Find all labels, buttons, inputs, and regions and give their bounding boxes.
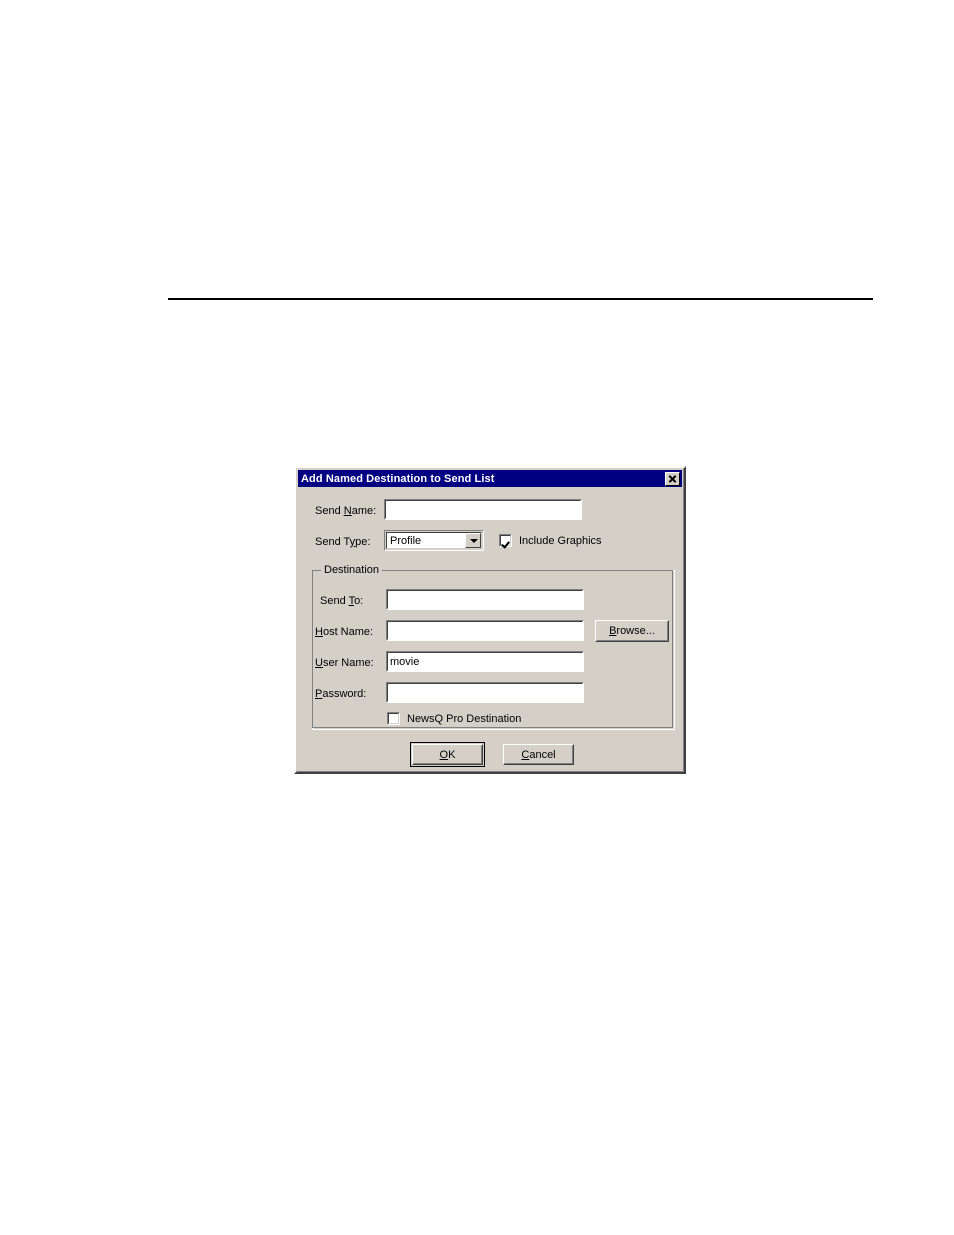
send-name-input-frame xyxy=(384,499,582,520)
user-name-label: User Name: xyxy=(315,657,374,669)
host-name-label: Host Name: xyxy=(315,626,374,638)
dialog-title: Add Named Destination to Send List xyxy=(301,472,495,485)
password-input[interactable] xyxy=(387,683,583,702)
send-to-label: Send To: xyxy=(320,595,364,607)
host-name-input-frame xyxy=(386,620,584,641)
close-icon[interactable] xyxy=(665,471,680,486)
send-name-label: Send Name: xyxy=(315,505,377,517)
send-type-combo[interactable]: Profile xyxy=(384,530,484,551)
cancel-button[interactable]: Cancel xyxy=(503,744,574,765)
dialog-title-bar[interactable]: Add Named Destination to Send List xyxy=(298,470,682,487)
password-label: Password: xyxy=(315,688,367,700)
destination-group-legend: Destination xyxy=(321,564,383,577)
send-to-input-frame xyxy=(386,589,584,610)
password-input-frame xyxy=(386,682,584,703)
user-name-input[interactable]: movie xyxy=(387,652,583,671)
send-name-input[interactable] xyxy=(385,500,581,519)
ok-button[interactable]: OK xyxy=(412,744,483,765)
chevron-down-icon[interactable] xyxy=(465,533,481,548)
send-to-input[interactable] xyxy=(387,590,583,609)
include-graphics-checkbox[interactable]: Include Graphics xyxy=(499,534,602,547)
send-type-label: Send Type: xyxy=(315,536,371,548)
host-name-input[interactable] xyxy=(387,621,583,640)
checkbox-icon[interactable] xyxy=(499,534,512,547)
newsq-pro-destination-label: NewsQ Pro Destination xyxy=(407,712,522,725)
user-name-input-frame: movie xyxy=(386,651,584,672)
page-horizontal-rule xyxy=(168,298,873,300)
checkbox-icon[interactable] xyxy=(387,712,400,725)
include-graphics-label: Include Graphics xyxy=(519,534,602,547)
newsq-pro-destination-checkbox[interactable]: NewsQ Pro Destination xyxy=(387,712,521,725)
add-named-destination-dialog: Add Named Destination to Send List Send … xyxy=(294,466,686,774)
browse-button[interactable]: Browse... xyxy=(595,620,669,642)
